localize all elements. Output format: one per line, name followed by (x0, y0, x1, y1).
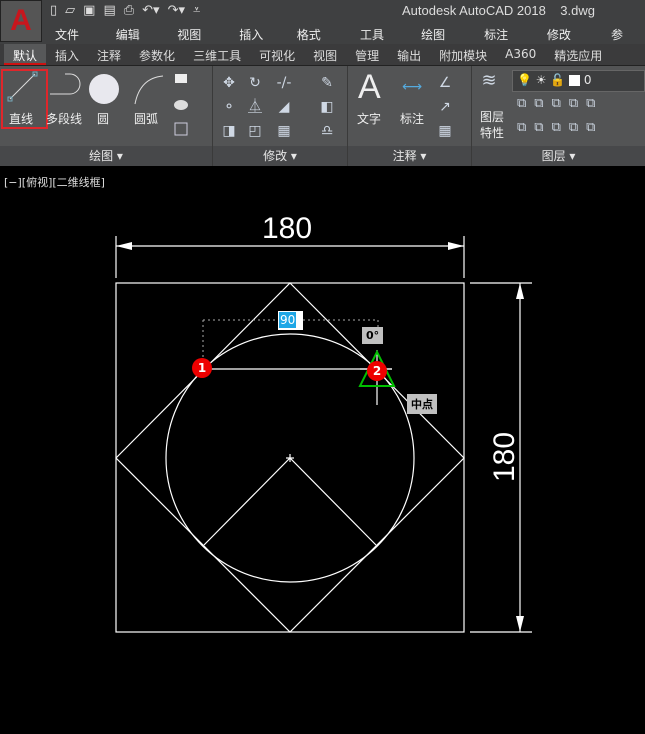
angle-tooltip: 0° (362, 327, 384, 344)
snap-tooltip: 中点 (407, 394, 437, 414)
inner-v-lines (203, 457, 377, 546)
dim-text-vertical: 180 (488, 431, 522, 483)
step-badge-2: 2 (367, 361, 387, 381)
dim-text-horizontal: 180 (262, 212, 313, 245)
step-badge-1: 1 (192, 358, 212, 378)
dynamic-input-length[interactable]: 90 (278, 311, 303, 330)
drawing-canvas[interactable] (0, 0, 645, 734)
